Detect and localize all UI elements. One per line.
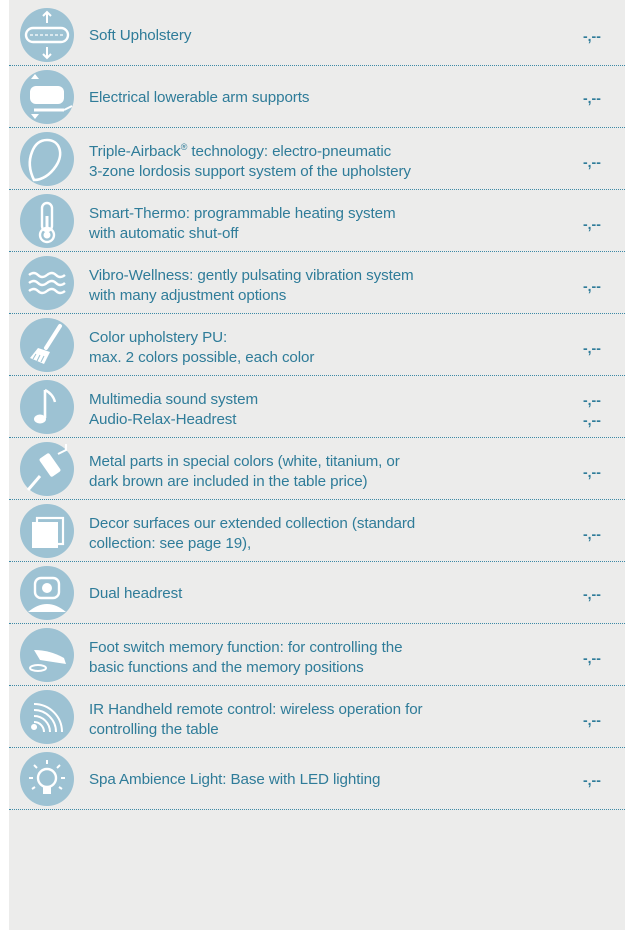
paint-brush-icon [20, 318, 74, 372]
price-value: -,-- [583, 464, 601, 480]
foot-switch-icon [20, 628, 74, 682]
option-row: Foot switch memory function: for control… [9, 624, 625, 686]
price-value: -,-- [583, 650, 601, 666]
price-value: -,-- [583, 392, 601, 408]
option-label-line: Spa Ambience Light: Base with LED lighti… [89, 771, 381, 788]
option-label: Dual headrest [89, 584, 509, 604]
option-row: Multimedia sound system Audio-Relax-Headr… [9, 376, 625, 438]
decor-surface-icon [20, 504, 74, 558]
option-label-line: with automatic shut-off [89, 225, 239, 242]
option-row: Dual headrest -,-- [9, 562, 625, 624]
option-label: Electrical lowerable arm supports [89, 88, 509, 108]
option-label: Foot switch memory function: for control… [89, 638, 509, 678]
price-value: -,-- [583, 772, 601, 788]
option-label-line: with many adjustment options [89, 287, 287, 304]
option-label-line: 3-zone lordosis support system of the up… [89, 163, 411, 180]
option-label-line: Dual headrest [89, 585, 183, 602]
option-label-line: Soft Upholstery [89, 27, 192, 44]
option-price: -,-- [583, 214, 619, 234]
option-row: Triple-Airback® technology: electro-pneu… [9, 128, 625, 190]
option-label-line: max. 2 colors possible, each color [89, 349, 315, 366]
option-price: -,-- [583, 152, 619, 172]
option-label-line: Vibro-Wellness: gently pulsating vibrati… [89, 267, 414, 284]
price-value: -,-- [583, 154, 601, 170]
vibration-waves-icon [20, 256, 74, 310]
price-value: -,-- [583, 340, 601, 356]
airback-icon [20, 132, 74, 186]
option-price: -,-- [583, 26, 619, 46]
option-price: -,-- [583, 276, 619, 296]
remote-control-icon [20, 690, 74, 744]
option-row: Soft Upholstery -,-- [9, 4, 625, 66]
option-row: Vibro-Wellness: gently pulsating vibrati… [9, 252, 625, 314]
option-price: -,-- [583, 338, 619, 358]
option-label-line: IR Handheld remote control: wireless ope… [89, 701, 423, 718]
option-label: Triple-Airback® technology: electro-pneu… [89, 142, 509, 182]
option-label: Decor surfaces our extended collection (… [89, 514, 509, 554]
option-label: Vibro-Wellness: gently pulsating vibrati… [89, 266, 509, 306]
option-price: -,-- [583, 524, 619, 544]
price-value: -,-- [583, 712, 601, 728]
headrest-icon [20, 566, 74, 620]
option-row: Smart-Thermo: programmable heating syste… [9, 190, 625, 252]
price-value: -,-- [583, 526, 601, 542]
upholstery-icon [20, 8, 74, 62]
option-row: Decor surfaces our extended collection (… [9, 500, 625, 562]
price-value: -,-- [583, 586, 601, 602]
option-price: -,-- [583, 770, 619, 790]
option-label: Color upholstery PU: max. 2 colors possib… [89, 328, 509, 368]
option-row: Metal parts in special colors (white, ti… [9, 438, 625, 500]
price-value: -,-- [583, 216, 601, 232]
option-price: -,-- [583, 462, 619, 482]
option-label-line: Decor surfaces our extended collection (… [89, 515, 416, 532]
music-note-icon [20, 380, 74, 434]
option-price: -,-- [583, 648, 619, 668]
option-label: Metal parts in special colors (white, ti… [89, 452, 509, 492]
price-value: -,-- [583, 28, 601, 44]
price-value: -,-- [583, 412, 601, 428]
option-label-line: Triple-Airback® technology: electro-pneu… [89, 141, 392, 160]
light-bulb-icon [20, 752, 74, 806]
option-price: -,-- [583, 710, 619, 730]
option-label-line: controlling the table [89, 721, 219, 738]
option-label: Spa Ambience Light: Base with LED lighti… [89, 770, 509, 790]
paint-roller-icon [20, 442, 74, 496]
option-label-line: Smart-Thermo: programmable heating syste… [89, 205, 396, 222]
option-row: Electrical lowerable arm supports -,-- [9, 66, 625, 128]
option-row: Color upholstery PU: max. 2 colors possib… [9, 314, 625, 376]
option-price: -,-- [583, 584, 619, 604]
option-label-line: basic functions and the memory positions [89, 659, 364, 676]
option-label-line: Multimedia sound system [89, 391, 259, 408]
option-row: IR Handheld remote control: wireless ope… [9, 686, 625, 748]
option-label-line: Audio-Relax-Headrest [89, 411, 237, 428]
option-label-line: Electrical lowerable arm supports [89, 89, 310, 106]
option-label-line: dark brown are included in the table pri… [89, 473, 368, 490]
options-panel: Soft Upholstery -,-- Electrical lowerable … [9, 0, 625, 930]
option-row: Spa Ambience Light: Base with LED lighti… [9, 748, 625, 810]
option-label: IR Handheld remote control: wireless ope… [89, 700, 509, 740]
arm-support-icon [20, 70, 74, 124]
option-label: Multimedia sound system Audio-Relax-Headr… [89, 390, 509, 430]
option-label-line: collection: see page 19), [89, 535, 252, 552]
thermometer-icon [20, 194, 74, 248]
option-price: -,-- [583, 88, 619, 108]
option-label-line: Foot switch memory function: for control… [89, 639, 403, 656]
price-value: -,-- [583, 90, 601, 106]
option-label-line: Metal parts in special colors (white, ti… [89, 453, 400, 470]
option-price: -,-- -,-- [583, 390, 619, 430]
price-value: -,-- [583, 278, 601, 294]
option-label: Soft Upholstery [89, 26, 509, 46]
option-label-line: Color upholstery PU: [89, 329, 228, 346]
option-label: Smart-Thermo: programmable heating syste… [89, 204, 509, 244]
